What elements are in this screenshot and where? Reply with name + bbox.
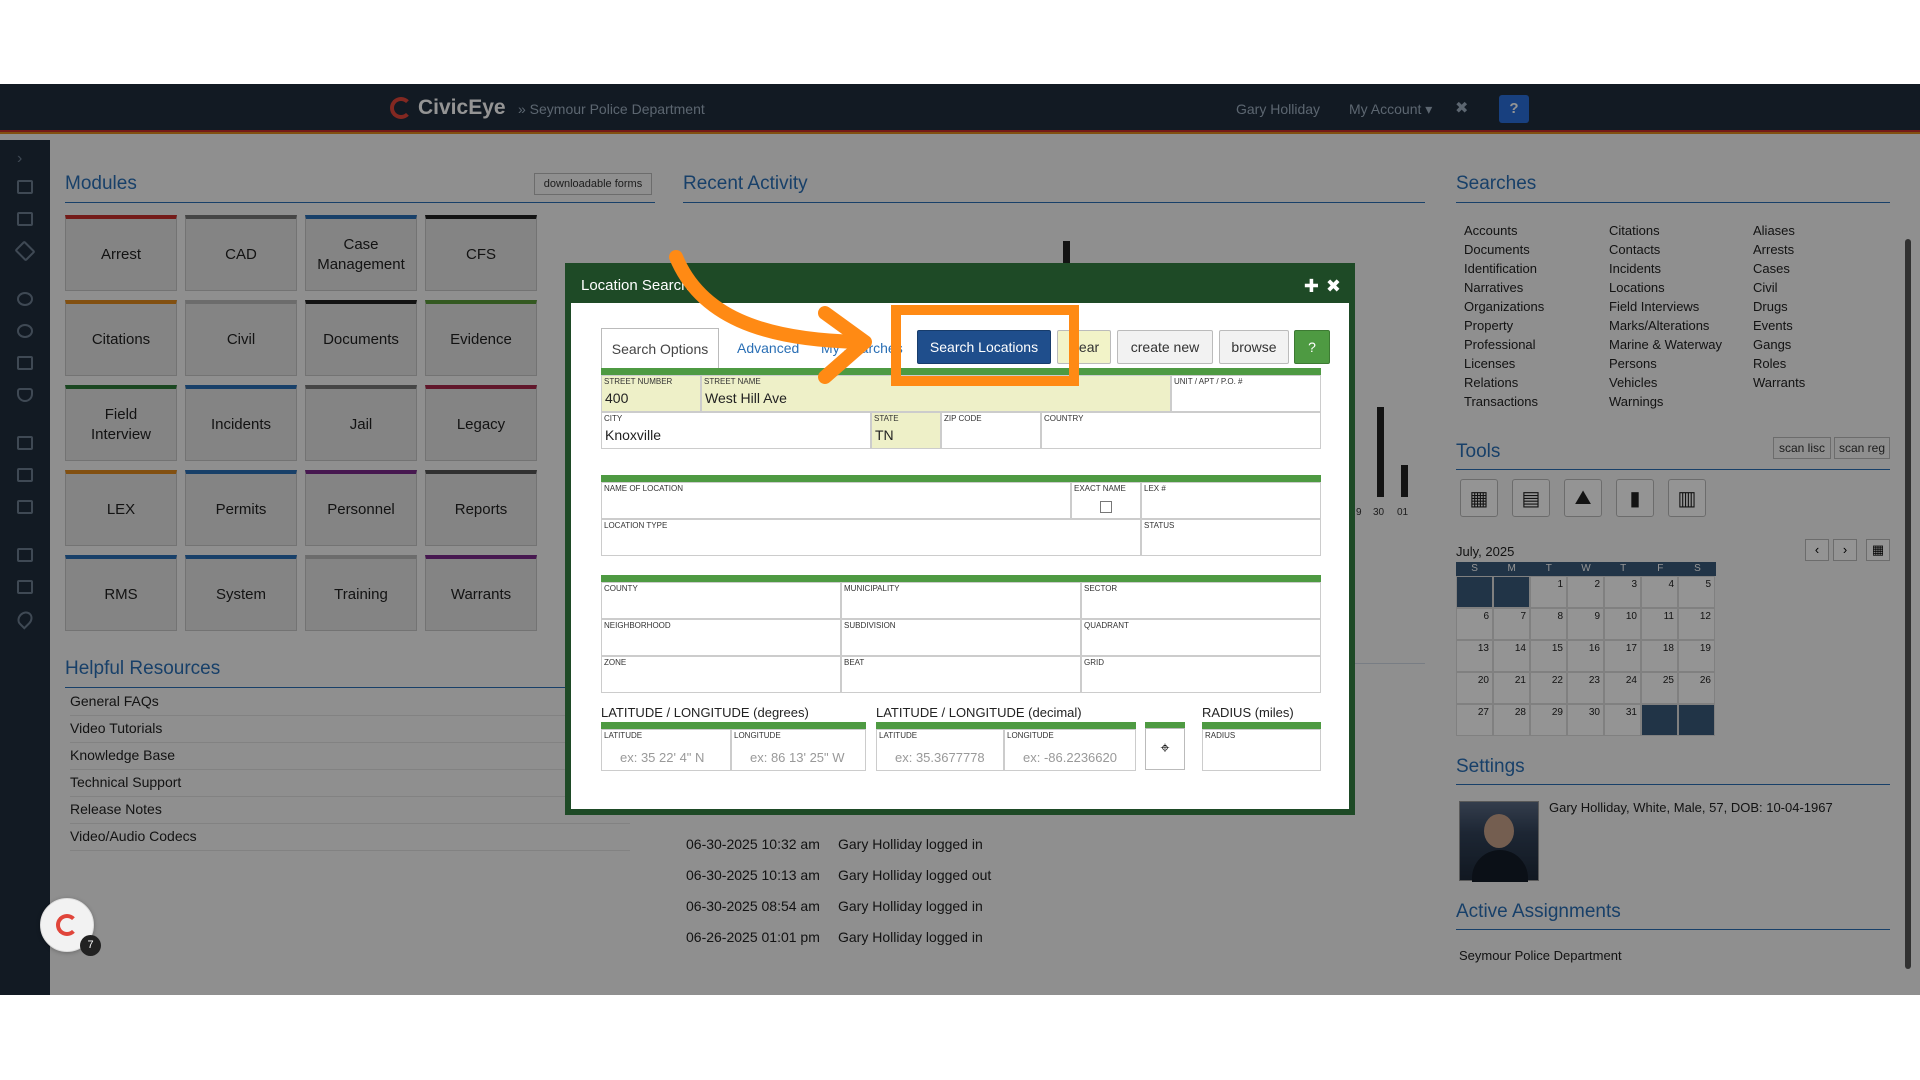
exact-name-checkbox[interactable] xyxy=(1100,501,1112,513)
longitude-degrees-placeholder: ex: 86 13' 25" W xyxy=(750,750,845,765)
municipality-field[interactable]: Municipality xyxy=(841,582,1081,619)
unit-field[interactable]: Unit / Apt / P.O. # xyxy=(1171,375,1321,412)
sector-label: Sector xyxy=(1084,584,1118,593)
county-field[interactable]: County xyxy=(601,582,841,619)
location-type-field[interactable]: Location Type xyxy=(601,519,1141,556)
neighborhood-label: Neighborhood xyxy=(604,621,671,630)
radius-label: Radius xyxy=(1205,731,1236,740)
longitude-degrees-field[interactable]: Longitude ex: 86 13' 25" W xyxy=(731,729,866,771)
form-group-divider xyxy=(876,722,1136,729)
form-group-divider xyxy=(601,475,1321,482)
latitude-degrees-placeholder: ex: 35 22' 4" N xyxy=(620,750,705,765)
longitude-decimal-field[interactable]: Longitude ex: -86.2236620 xyxy=(1004,729,1136,771)
lex-number-label: LEX # xyxy=(1144,484,1166,493)
latitude-decimal-field[interactable]: Latitude ex: 35.3677778 xyxy=(876,729,1004,771)
name-of-location-label: Name of Location xyxy=(604,484,683,493)
add-icon[interactable]: ✚ xyxy=(1304,269,1319,303)
pointer-arrow-shaft xyxy=(669,250,867,349)
subdivision-label: Subdivision xyxy=(844,621,896,630)
locate-crosshair-icon[interactable]: ⌖ xyxy=(1145,728,1185,770)
status-field[interactable]: Status xyxy=(1141,519,1321,556)
create-new-button[interactable]: create new xyxy=(1117,330,1213,364)
street-number-value: 400 xyxy=(605,390,629,406)
radius-field[interactable]: Radius xyxy=(1202,729,1321,771)
state-value: TN xyxy=(875,427,894,443)
highlight-box xyxy=(891,305,1079,386)
chat-notification-badge: 7 xyxy=(80,935,101,956)
city-field[interactable]: City Knoxville xyxy=(601,412,871,449)
latitude-degrees-field[interactable]: Latitude ex: 35 22' 4" N xyxy=(601,729,731,771)
form-group-divider xyxy=(601,575,1321,582)
zone-label: Zone xyxy=(604,658,627,667)
zip-code-field[interactable]: Zip Code xyxy=(941,412,1041,449)
exact-name-field: Exact Name xyxy=(1071,482,1141,519)
modal-help-button[interactable]: ? xyxy=(1294,330,1330,364)
zip-code-label: Zip Code xyxy=(944,414,982,423)
exact-name-label: Exact Name xyxy=(1074,484,1126,493)
location-type-label: Location Type xyxy=(604,521,668,530)
county-label: County xyxy=(604,584,638,593)
city-label: City xyxy=(604,414,623,423)
state-field[interactable]: State TN xyxy=(871,412,941,449)
name-of-location-field[interactable]: Name of Location xyxy=(601,482,1071,519)
state-label: State xyxy=(874,414,899,423)
sector-field[interactable]: Sector xyxy=(1081,582,1321,619)
status-label: Status xyxy=(1144,521,1175,530)
form-group-divider xyxy=(601,722,866,729)
latitude-label: Latitude xyxy=(879,731,918,740)
beat-field[interactable]: Beat xyxy=(841,656,1081,693)
unit-label: Unit / Apt / P.O. # xyxy=(1174,377,1243,386)
longitude-label: Longitude xyxy=(1007,731,1054,740)
city-value: Knoxville xyxy=(605,427,662,443)
browse-button[interactable]: browse xyxy=(1219,330,1289,364)
quadrant-field[interactable]: Quadrant xyxy=(1081,619,1321,656)
longitude-decimal-placeholder: ex: -86.2236620 xyxy=(1023,750,1117,765)
subdivision-field[interactable]: Subdivision xyxy=(841,619,1081,656)
zone-field[interactable]: Zone xyxy=(601,656,841,693)
grid-field[interactable]: Grid xyxy=(1081,656,1321,693)
modal-close-icon[interactable]: ✖ xyxy=(1326,269,1341,303)
latitude-decimal-placeholder: ex: 35.3677778 xyxy=(895,750,985,765)
latlon-degrees-title: LATITUDE / LONGITUDE (degrees) xyxy=(601,705,809,720)
quadrant-label: Quadrant xyxy=(1084,621,1129,630)
municipality-label: Municipality xyxy=(844,584,900,593)
country-field[interactable]: Country xyxy=(1041,412,1321,449)
pointer-arrow xyxy=(669,250,872,384)
civiceye-chat-icon xyxy=(56,914,78,936)
country-label: Country xyxy=(1044,414,1084,423)
longitude-label: Longitude xyxy=(734,731,781,740)
grid-label: Grid xyxy=(1084,658,1104,667)
form-group-divider xyxy=(1202,722,1321,729)
lex-number-field[interactable]: LEX # xyxy=(1141,482,1321,519)
beat-label: Beat xyxy=(844,658,865,667)
neighborhood-field[interactable]: Neighborhood xyxy=(601,619,841,656)
radius-title: RADIUS (miles) xyxy=(1202,705,1294,720)
latitude-label: Latitude xyxy=(604,731,643,740)
latlon-decimal-title: LATITUDE / LONGITUDE (decimal) xyxy=(876,705,1082,720)
